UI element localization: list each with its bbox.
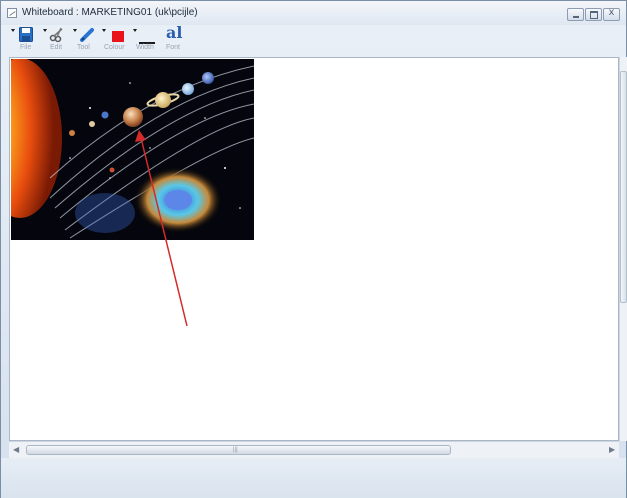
edit-menu[interactable]: Edit (43, 25, 67, 55)
colour-label: Colour (104, 44, 125, 51)
solar-system-image (11, 59, 254, 240)
scroll-right-icon[interactable]: ▶ (609, 445, 615, 454)
dropdown-arrow-icon (133, 29, 137, 32)
edit-label: Edit (50, 44, 63, 51)
horizontal-scrollbar[interactable]: ◀ ||| ▶ (9, 441, 619, 458)
width-label: Width (136, 44, 154, 51)
dropdown-arrow-icon (73, 29, 77, 32)
dropdown-arrow-icon (102, 29, 106, 32)
font-menu[interactable]: al Font (163, 23, 185, 55)
scroll-left-icon[interactable]: ◀ (13, 445, 19, 454)
horizontal-scroll-thumb[interactable]: ||| (26, 445, 451, 455)
dropdown-arrow-icon (11, 29, 15, 32)
font-icon: al (166, 23, 183, 42)
whiteboard-icon (7, 8, 17, 18)
whiteboard-window: Whiteboard : MARKETING01 (uk\pcijle) Fil… (0, 0, 627, 498)
file-menu[interactable]: File (11, 25, 35, 55)
status-bar (1, 458, 626, 498)
maximize-button[interactable] (585, 8, 602, 21)
tool-label: Tool (77, 44, 90, 51)
title-bar[interactable]: Whiteboard : MARKETING01 (uk\pcijle) (1, 1, 626, 25)
window-title: Whiteboard : MARKETING01 (uk\pcijle) (22, 7, 198, 18)
window-controls (567, 7, 620, 21)
font-label: Font (166, 44, 181, 51)
file-label: File (20, 44, 32, 51)
whiteboard-canvas[interactable] (9, 57, 619, 441)
width-menu[interactable]: Width (133, 25, 161, 55)
close-button[interactable] (603, 7, 620, 21)
toolbar: File Edit Tool Colour Width al Font (9, 23, 209, 55)
vertical-scrollbar[interactable] (619, 57, 627, 441)
colour-menu[interactable]: Colour (102, 25, 130, 55)
vertical-scroll-thumb[interactable] (620, 71, 627, 303)
tool-menu[interactable]: Tool (73, 25, 97, 55)
minimize-button[interactable] (567, 8, 584, 21)
grip-icon: ||| (233, 447, 238, 453)
dropdown-arrow-icon (43, 29, 47, 32)
